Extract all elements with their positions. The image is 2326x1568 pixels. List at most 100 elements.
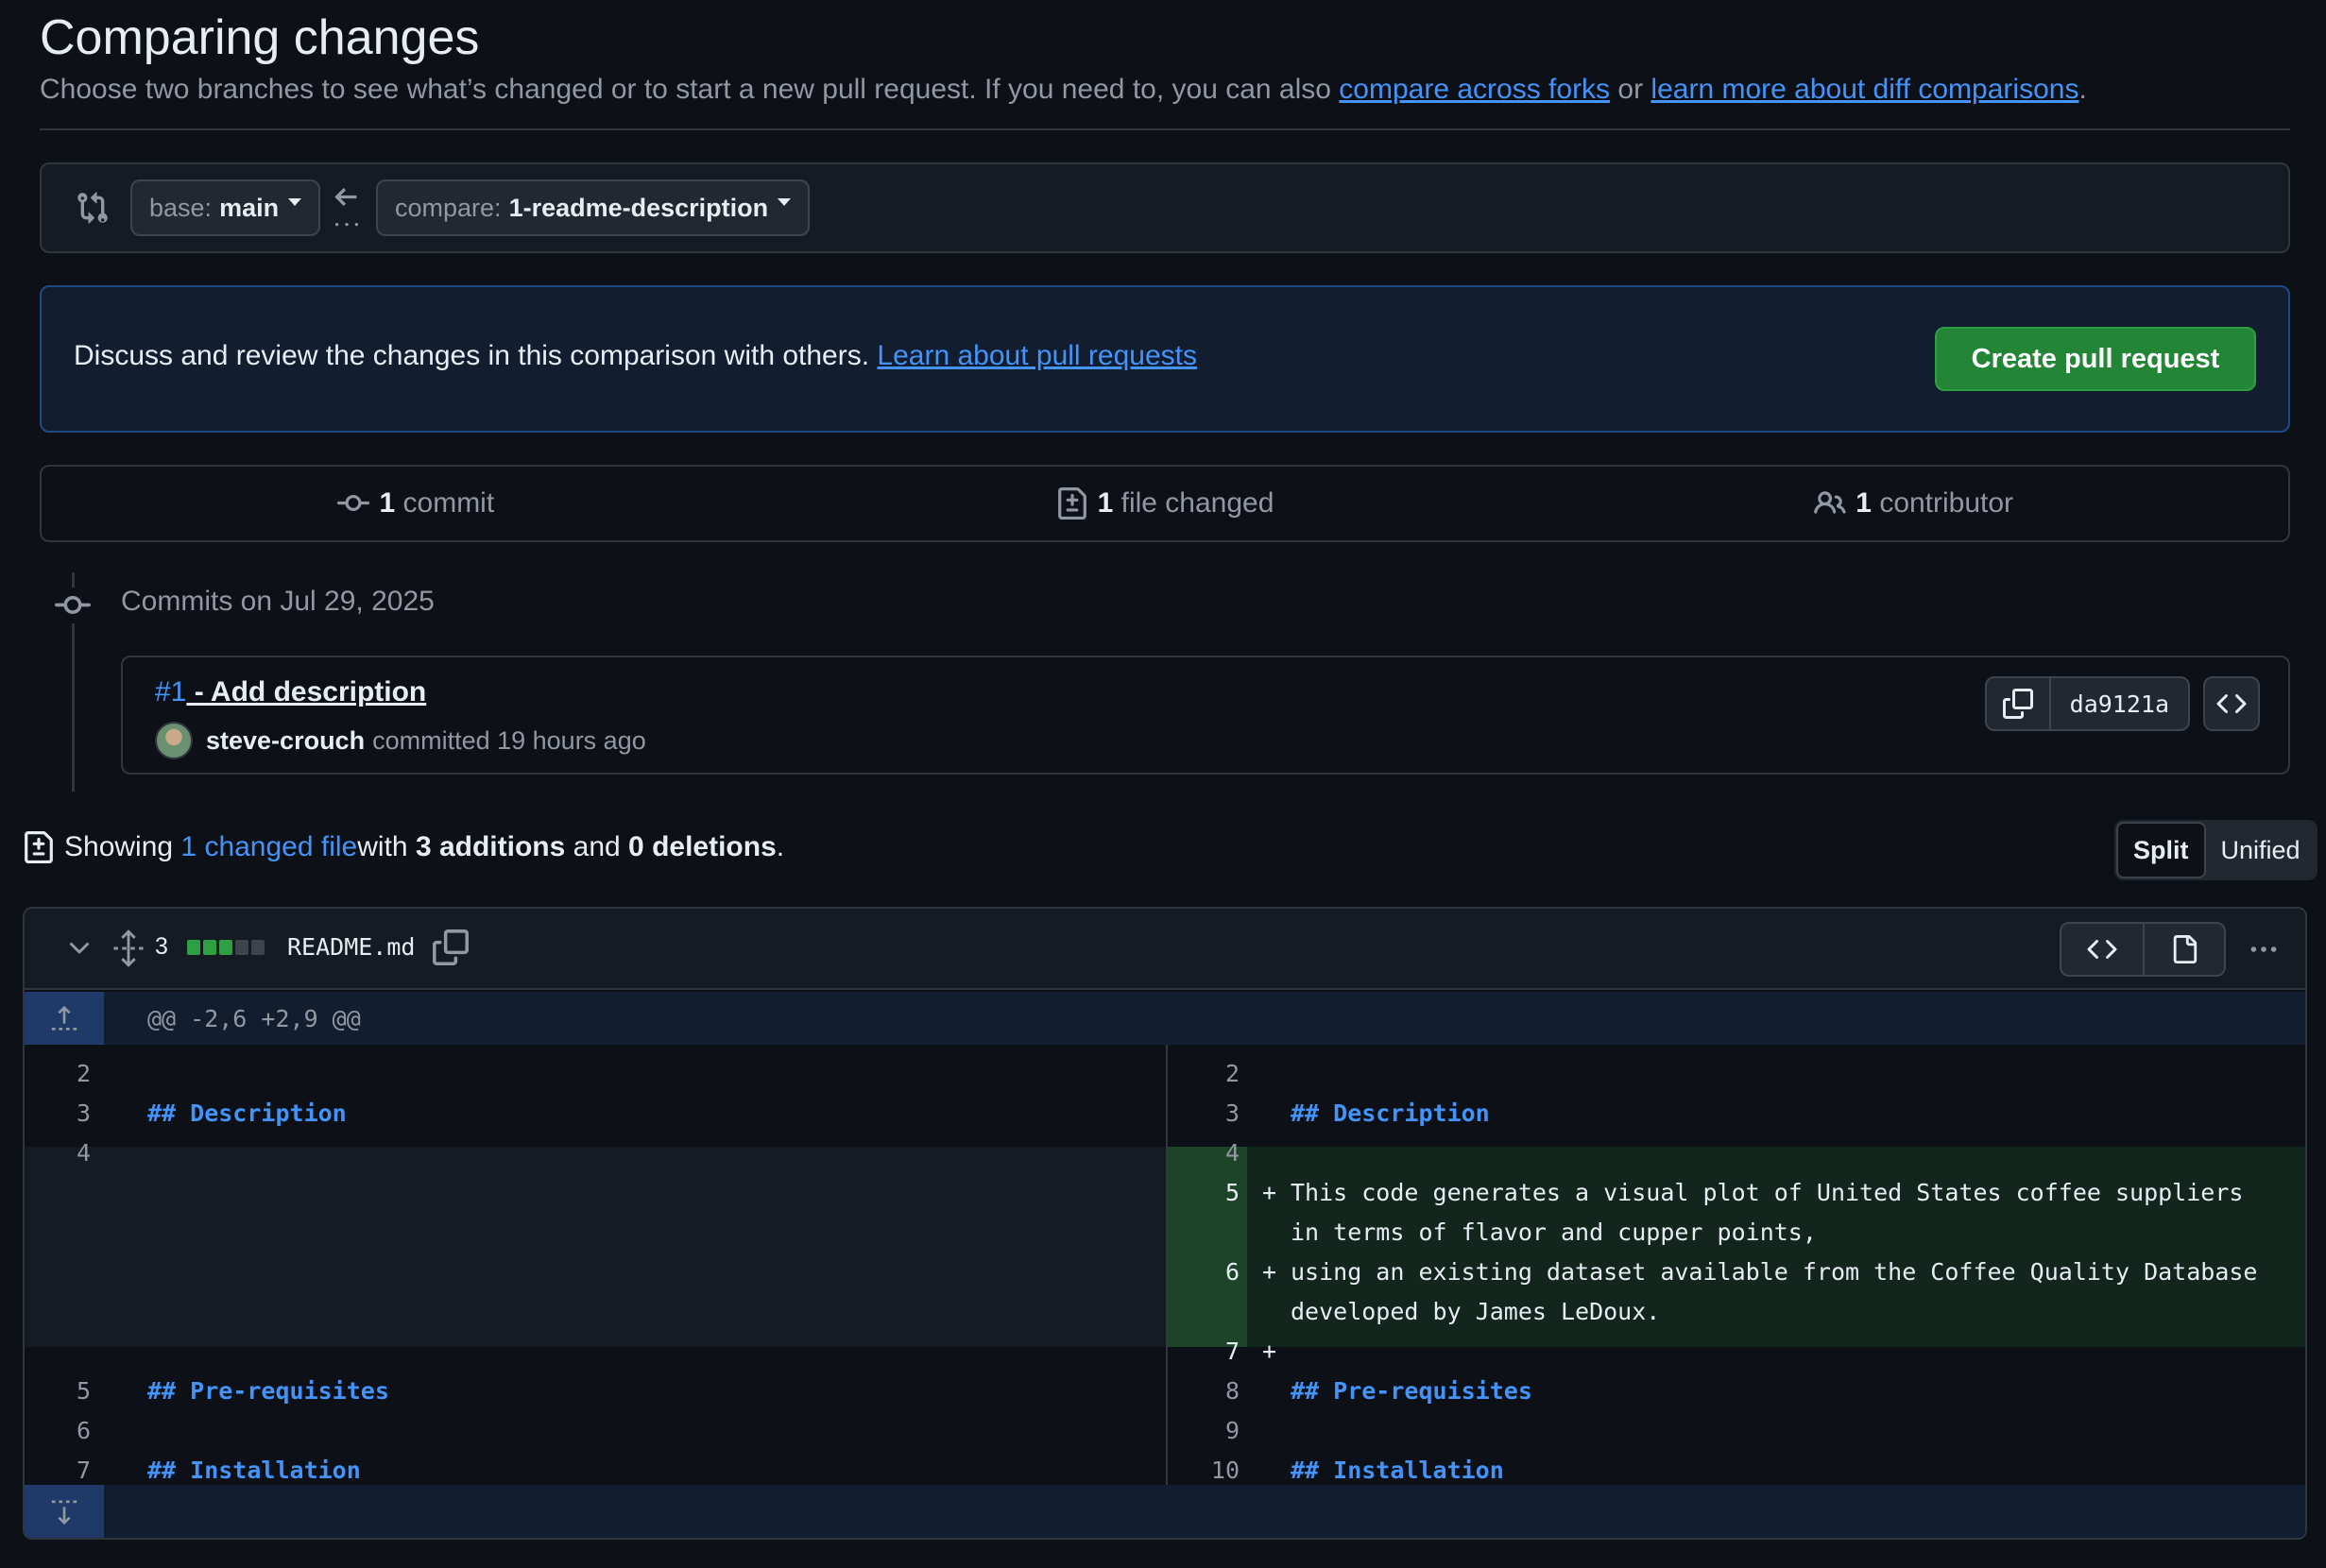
diff-line-right: developed by James LeDoux.	[25, 1290, 2305, 1330]
line-number[interactable]: 7	[1192, 1338, 1240, 1365]
kebab-horizontal-icon[interactable]	[2245, 933, 2283, 965]
base-label: base:	[149, 193, 213, 222]
contributors-label: contributor	[1879, 487, 2014, 519]
diff-line-right: 3 ## Description	[25, 1092, 2305, 1132]
git-commit-icon	[55, 588, 91, 623]
learn-diff-comparisons-link[interactable]: learn more about diff comparisons	[1650, 74, 2078, 105]
addition-marker: +	[1262, 1258, 1277, 1286]
comparison-summary: 1 commit 1 file changed 1 contributor	[40, 465, 2290, 542]
line-number[interactable]: 8	[1192, 1377, 1240, 1405]
files-changed-tab[interactable]: 1 file changed	[791, 467, 1540, 540]
copy-icon[interactable]	[433, 929, 469, 965]
split-view-button[interactable]: Split	[2116, 822, 2206, 878]
arrow-left-icon	[334, 187, 359, 227]
commit-title: #1 - Add description	[155, 676, 426, 708]
git-compare-icon	[77, 192, 108, 224]
page-description: Choose two branches to see what’s change…	[40, 74, 2087, 106]
header-divider	[40, 128, 2290, 130]
description-end: .	[2078, 74, 2087, 105]
description-text: Choose two branches to see what’s change…	[40, 74, 1340, 105]
create-pull-request-button[interactable]: Create pull request	[1935, 327, 2256, 391]
learn-pull-requests-link[interactable]: Learn about pull requests	[877, 340, 1197, 371]
diff-file: 3 README.md @@ -2,6 +2,9 @@ 23## Descr	[23, 907, 2307, 1540]
additions-count: 3 additions	[415, 831, 566, 862]
code-icon	[2087, 939, 2117, 960]
diff-summary: Showing 1 changed file with 3 additions …	[23, 831, 784, 863]
line-number[interactable]: 4	[1192, 1139, 1240, 1167]
commit-author[interactable]: steve-crouch	[206, 726, 365, 756]
hunk-header: @@ -2,6 +2,9 @@	[25, 992, 2305, 1045]
line-number[interactable]: 3	[1192, 1099, 1240, 1127]
copy-icon	[2002, 689, 2033, 719]
compare-label: compare:	[395, 193, 502, 222]
diff-line-right: 9	[25, 1409, 2305, 1449]
diffstat-bars	[187, 940, 265, 955]
file-header: 3 README.md	[25, 909, 2305, 990]
commits-count: 1	[379, 487, 396, 519]
line-number[interactable]: 6	[1192, 1258, 1240, 1286]
commit-time: committed 19 hours ago	[372, 725, 646, 755]
commit-item: #1 - Add description steve-crouch commit…	[121, 656, 2290, 775]
rich-view-button[interactable]	[2143, 924, 2224, 975]
diff-line-right: 6 + using an existing dataset available fr…	[25, 1251, 2305, 1290]
code-text: ## Installation	[1291, 1457, 1504, 1484]
people-icon	[1814, 491, 1846, 514]
deletions-count: 0 deletions	[628, 831, 777, 862]
fold-down-icon	[51, 1500, 77, 1525]
commits-label: commit	[402, 487, 495, 519]
diff-line-right: 8 ## Pre-requisites	[25, 1370, 2305, 1409]
unfold-icon[interactable]	[111, 929, 145, 967]
line-number[interactable]: 10	[1192, 1457, 1240, 1484]
chevron-down-icon[interactable]	[64, 933, 94, 963]
added-code-text: in terms of flavor and cupper points,	[1291, 1219, 1817, 1246]
changed-files-link[interactable]: 1 changed file	[180, 831, 357, 863]
pull-request-banner: Discuss and review the changes in this c…	[40, 285, 2290, 433]
commit-sha-group: da9121a	[1984, 676, 2190, 731]
diff-line-right: 5 + This code generates a visual plot of U…	[25, 1171, 2305, 1211]
caret-down-icon	[288, 198, 302, 206]
commits-tab[interactable]: 1 commit	[42, 467, 791, 540]
diff-line-right: in terms of flavor and cupper points,	[25, 1211, 2305, 1251]
diff-view-toggle: Split Unified	[2114, 820, 2317, 880]
hunk-range: @@ -2,6 +2,9 @@	[147, 1005, 361, 1032]
added-code-text: This code generates a visual plot of Uni…	[1291, 1179, 2244, 1206]
diffstat-bar	[235, 940, 248, 955]
file-name-link[interactable]: README.md	[287, 933, 415, 961]
compare-across-forks-link[interactable]: compare across forks	[1339, 74, 1610, 105]
compare-value: 1-readme-description	[508, 193, 769, 222]
commits-date-heading: Commits on Jul 29, 2025	[121, 586, 435, 617]
fold-up-icon	[51, 1005, 77, 1031]
banner-text: Discuss and review the changes in this c…	[74, 340, 1197, 372]
source-view-button[interactable]	[2061, 924, 2143, 975]
line-number[interactable]: 9	[1192, 1417, 1240, 1444]
browse-repository-button[interactable]	[2203, 676, 2260, 731]
base-branch-dropdown[interactable]: base: main	[130, 179, 321, 236]
hunk-footer	[25, 1485, 2305, 1538]
compare-branch-dropdown[interactable]: compare: 1-readme-description	[376, 179, 811, 236]
addition-marker: +	[1262, 1179, 1277, 1206]
line-number[interactable]: 2	[1192, 1060, 1240, 1087]
showing-prefix: Showing	[64, 831, 174, 862]
copy-sha-button[interactable]	[1987, 678, 2051, 729]
git-commit-icon	[337, 494, 370, 511]
commit-message-link[interactable]: - Add description	[186, 676, 427, 707]
added-code-text: developed by James LeDoux.	[1291, 1298, 1661, 1325]
diffstat-bar	[187, 940, 200, 955]
expand-up-button[interactable]	[25, 992, 104, 1045]
commit-issue-link[interactable]: #1	[155, 676, 186, 707]
range-editor: base: main compare: 1-readme-description	[40, 162, 2290, 253]
banner-message: Discuss and review the changes in this c…	[74, 340, 878, 371]
file-diff-icon	[25, 831, 53, 863]
addition-marker: +	[1262, 1338, 1277, 1365]
expand-down-button[interactable]	[25, 1485, 104, 1538]
contributors-tab[interactable]: 1 contributor	[1539, 467, 2288, 540]
file-change-count: 3	[155, 933, 168, 960]
file-icon	[2173, 935, 2198, 963]
avatar[interactable]	[155, 722, 193, 759]
commit-sha-link[interactable]: da9121a	[2051, 678, 2188, 729]
page-title: Comparing changes	[40, 10, 480, 65]
diff-line-right: 4	[25, 1132, 2305, 1171]
unified-view-button[interactable]: Unified	[2206, 822, 2316, 878]
files-count: 1	[1097, 487, 1114, 519]
line-number[interactable]: 5	[1192, 1179, 1240, 1206]
